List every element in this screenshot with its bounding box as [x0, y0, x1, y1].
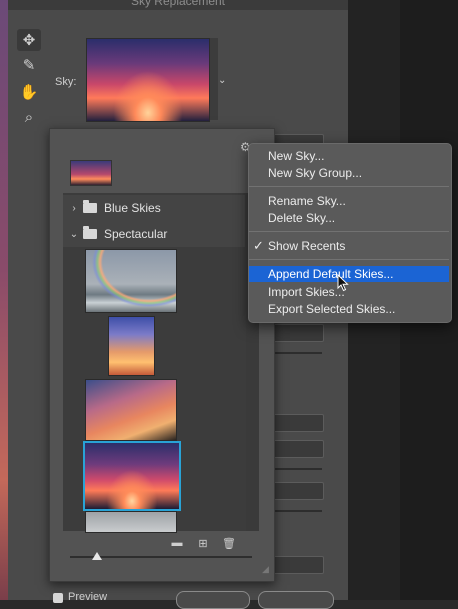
resize-grip-icon[interactable]: ◢	[262, 564, 269, 575]
menu-item-rename-sky[interactable]: Rename Sky...	[249, 193, 449, 209]
move-icon: ✥	[22, 32, 36, 49]
output-dropdown[interactable]	[270, 556, 324, 574]
sky-group-blue-skies[interactable]: › Blue Skies	[63, 195, 245, 221]
dialog-title: Sky Replacement	[130, 0, 226, 8]
dialog-titlebar: Sky Replacement	[8, 0, 348, 10]
folder-icon	[83, 226, 97, 239]
brush-tool-button[interactable]: ✎	[17, 54, 41, 76]
background-image-strip	[0, 0, 8, 600]
chevron-right-icon[interactable]: ›	[65, 203, 83, 214]
sky-label: Sky:	[55, 76, 77, 88]
brush-icon: ✎	[22, 57, 36, 74]
sky-thumbnail-sunset-tall[interactable]	[108, 316, 155, 376]
recent-sky-thumbnail[interactable]	[70, 160, 112, 186]
setting-field[interactable]	[270, 440, 324, 458]
group-label: Blue Skies	[104, 201, 161, 215]
menu-separator	[249, 259, 449, 260]
menu-item-new-sky[interactable]: New Sky...	[249, 148, 449, 164]
cancel-button[interactable]	[176, 591, 250, 609]
setting-slider[interactable]	[270, 510, 322, 512]
setting-field[interactable]	[270, 324, 324, 342]
trash-icon[interactable]: 🗑	[222, 537, 236, 550]
sky-picker-scrollbar[interactable]	[210, 38, 218, 120]
move-tool-button[interactable]: ✥	[17, 29, 41, 51]
sky-thumbnail-cloudy[interactable]	[85, 511, 177, 533]
sky-thumbnail-selected[interactable]	[83, 441, 181, 511]
menu-item-delete-sky[interactable]: Delete Sky...	[249, 210, 449, 226]
setting-field[interactable]	[270, 482, 324, 500]
chevron-down-icon[interactable]: ⌄	[218, 75, 226, 86]
new-group-folder-icon[interactable]: ▬	[170, 537, 184, 549]
sky-preview-thumbnail[interactable]	[86, 38, 210, 122]
setting-dropdown[interactable]	[270, 414, 324, 432]
menu-item-export-selected-skies[interactable]: Export Selected Skies...	[249, 301, 449, 317]
menu-item-show-recents[interactable]: Show Recents	[249, 238, 449, 254]
sky-thumbnail-pink-clouds[interactable]	[85, 379, 177, 441]
hand-tool-button[interactable]: ✋	[17, 81, 41, 103]
menu-item-new-sky-group[interactable]: New Sky Group...	[249, 165, 449, 181]
sky-group-spectacular[interactable]: ⌄ Spectacular	[63, 221, 245, 247]
group-label: Spectacular	[104, 227, 168, 241]
setting-slider[interactable]	[270, 352, 322, 354]
menu-separator	[249, 231, 449, 232]
zoom-icon: ⌕	[24, 108, 34, 126]
add-icon[interactable]: ⊞	[196, 537, 210, 550]
sky-thumbnail-rainbow[interactable]	[85, 249, 177, 313]
thumbnail-size-knob[interactable]	[92, 552, 102, 560]
preview-label: Preview	[68, 591, 108, 603]
menu-separator	[249, 186, 449, 187]
menu-item-append-default-skies[interactable]: Append Default Skies...	[249, 266, 449, 282]
chevron-down-icon[interactable]: ⌄	[65, 229, 83, 240]
mouse-pointer-icon	[337, 273, 349, 297]
ok-button[interactable]	[258, 591, 334, 609]
folder-icon	[83, 200, 97, 213]
zoom-tool-button[interactable]: ⌕	[17, 106, 41, 128]
hand-icon: ✋	[19, 84, 39, 101]
setting-slider[interactable]	[270, 468, 322, 470]
menu-item-import-skies[interactable]: Import Skies...	[249, 284, 449, 300]
preview-checkbox[interactable]	[53, 593, 63, 603]
checkmark-icon: ✓	[253, 238, 264, 253]
